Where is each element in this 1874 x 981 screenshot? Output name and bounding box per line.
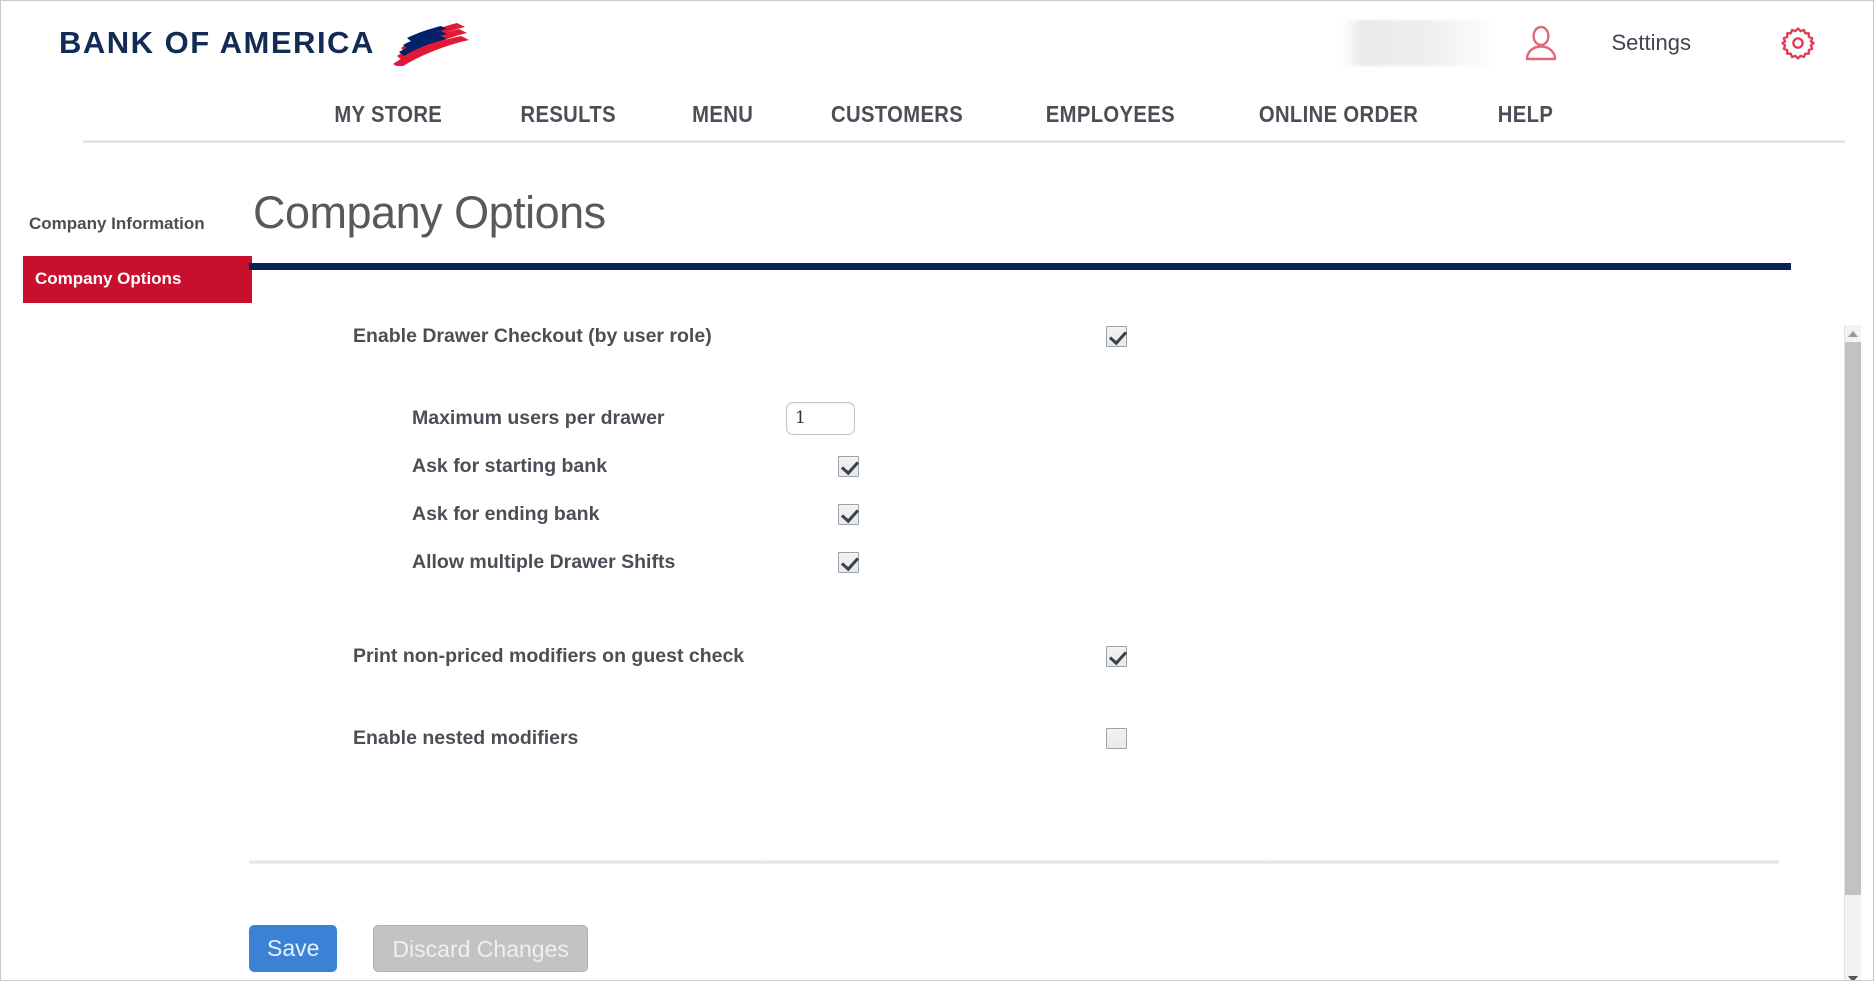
option-label-ask-for-ending-bank: Ask for ending bank bbox=[412, 502, 600, 525]
content-vertical-scrollbar[interactable] bbox=[1844, 325, 1861, 980]
settings-link[interactable]: Settings bbox=[1612, 30, 1692, 56]
application-window: BANK OF AMERICA Settings MY STORE RESULT… bbox=[0, 0, 1874, 981]
user-name-redacted bbox=[1340, 20, 1496, 66]
left-sidebar: Company Information Company Options bbox=[1, 143, 252, 980]
nav-item-employees[interactable]: EMPLOYEES bbox=[1045, 101, 1174, 128]
discard-changes-button[interactable]: Discard Changes bbox=[373, 925, 588, 972]
brand-wordmark: BANK OF AMERICA bbox=[59, 25, 375, 60]
header-right-controls: Settings bbox=[1340, 1, 1874, 85]
page-header: BANK OF AMERICA Settings bbox=[1, 1, 1873, 85]
option-label-enable-nested-modifiers: Enable nested modifiers bbox=[353, 726, 579, 749]
checkbox-allow-multiple-drawer-shifts[interactable] bbox=[838, 551, 859, 573]
sidebar-item-company-options[interactable]: Company Options bbox=[23, 255, 252, 303]
scrollbar-thumb[interactable] bbox=[1845, 342, 1861, 895]
option-row-allow-multiple-drawer-shifts: Allow multiple Drawer Shifts bbox=[249, 538, 1791, 586]
checkbox-enable-drawer-checkout[interactable] bbox=[1106, 325, 1127, 347]
scroll-down-arrow-icon[interactable] bbox=[1845, 970, 1861, 980]
checkbox-ask-for-starting-bank[interactable] bbox=[838, 455, 859, 477]
main-navigation: MY STORE RESULTS MENU CUSTOMERS EMPLOYEE… bbox=[1, 85, 1873, 143]
sidebar-item-company-information[interactable]: Company Information bbox=[1, 205, 239, 244]
option-row-enable-nested-modifiers: Enable nested modifiers bbox=[249, 714, 1791, 762]
form-action-buttons: Save Discard Changes bbox=[249, 925, 588, 972]
person-icon[interactable] bbox=[1524, 25, 1558, 61]
scroll-up-arrow-icon[interactable] bbox=[1845, 325, 1861, 342]
save-button[interactable]: Save bbox=[249, 925, 338, 972]
checkbox-print-non-priced-modifiers[interactable] bbox=[1106, 645, 1127, 667]
maximum-users-per-drawer-input[interactable] bbox=[786, 401, 855, 435]
bank-of-america-logo[interactable]: BANK OF AMERICA bbox=[59, 15, 477, 71]
nav-item-customers[interactable]: CUSTOMERS bbox=[831, 101, 963, 128]
option-label-enable-drawer-checkout: Enable Drawer Checkout (by user role) bbox=[353, 324, 712, 347]
nav-item-menu[interactable]: MENU bbox=[692, 101, 753, 128]
form-divider bbox=[249, 859, 1779, 864]
nav-item-results[interactable]: RESULTS bbox=[521, 101, 616, 128]
option-row-print-non-priced-modifiers: Print non-priced modifiers on guest chec… bbox=[249, 632, 1791, 680]
option-label-print-non-priced-modifiers: Print non-priced modifiers on guest chec… bbox=[353, 644, 745, 667]
option-label-allow-multiple-drawer-shifts: Allow multiple Drawer Shifts bbox=[412, 550, 676, 573]
nav-item-help[interactable]: HELP bbox=[1498, 101, 1553, 128]
company-options-form: Enable Drawer Checkout (by user role) Ma… bbox=[249, 312, 1791, 972]
option-row-enable-drawer-checkout: Enable Drawer Checkout (by user role) bbox=[249, 312, 1791, 360]
main-content: Company Options Enable Drawer Checkout (… bbox=[239, 143, 1873, 980]
gear-icon[interactable] bbox=[1781, 26, 1815, 60]
option-row-ask-for-starting-bank: Ask for starting bank bbox=[249, 442, 1791, 490]
option-row-ask-for-ending-bank: Ask for ending bank bbox=[249, 490, 1791, 538]
nav-item-my-store[interactable]: MY STORE bbox=[334, 101, 442, 128]
title-underline-rule bbox=[249, 263, 1791, 270]
checkbox-enable-nested-modifiers[interactable] bbox=[1106, 727, 1127, 749]
page-title: Company Options bbox=[253, 187, 606, 238]
checkbox-ask-for-ending-bank[interactable] bbox=[838, 503, 859, 525]
option-row-maximum-users-per-drawer: Maximum users per drawer bbox=[249, 394, 1791, 442]
option-label-maximum-users-per-drawer: Maximum users per drawer bbox=[412, 406, 665, 429]
page-body: Company Information Company Options Comp… bbox=[1, 143, 1873, 980]
nav-item-online-order[interactable]: ONLINE ORDER bbox=[1259, 101, 1418, 128]
option-label-ask-for-starting-bank: Ask for starting bank bbox=[412, 454, 608, 477]
bofa-flag-logo-icon bbox=[392, 23, 469, 66]
